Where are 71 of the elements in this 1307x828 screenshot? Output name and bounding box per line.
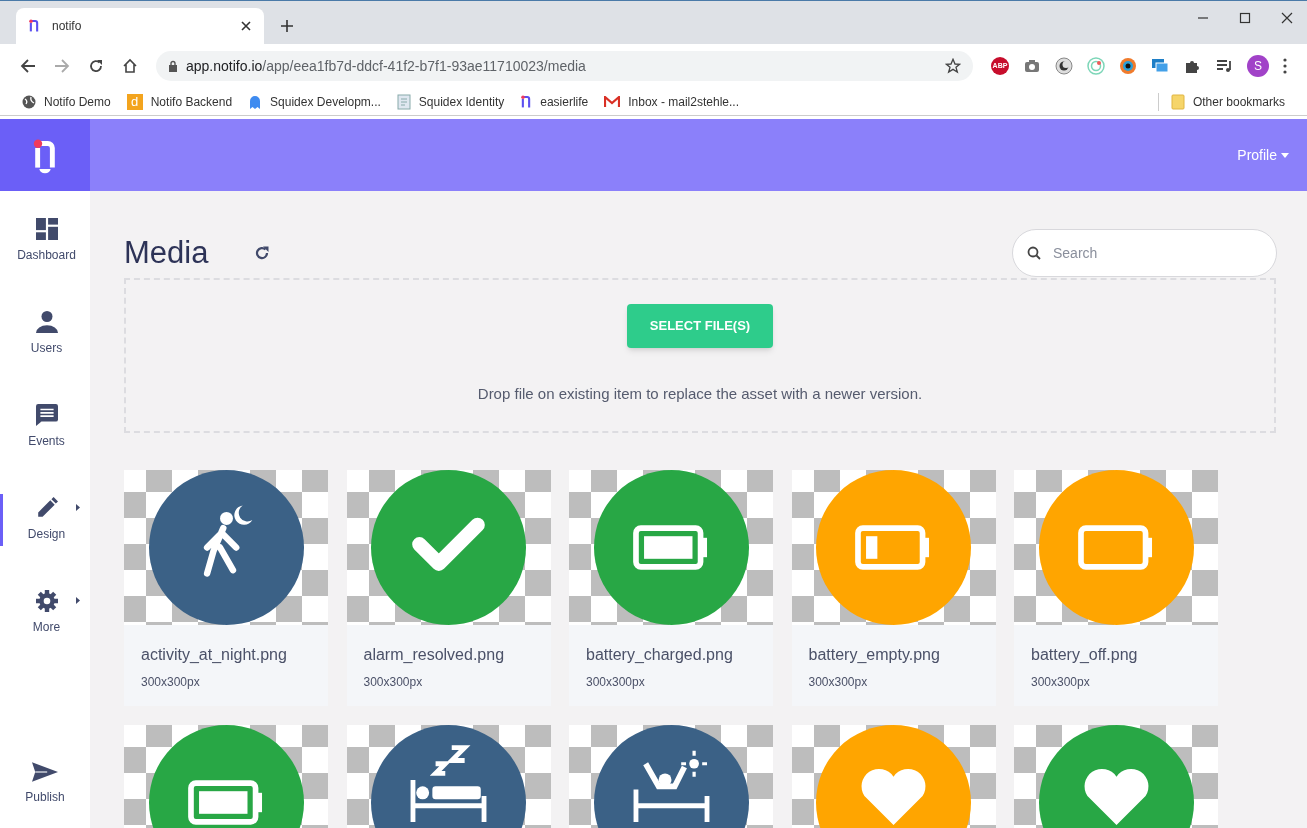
playlist-icon[interactable] — [1215, 57, 1233, 75]
camera-icon[interactable] — [1023, 57, 1041, 75]
search-icon — [1027, 246, 1041, 260]
profile-avatar[interactable]: S — [1247, 55, 1269, 77]
drop-zone[interactable]: SELECT FILE(S) Drop file on existing item to replace the asset with a newer version. — [124, 278, 1276, 433]
logo-icon — [520, 93, 533, 110]
bookmark-link[interactable]: Squidex Identity — [418, 92, 505, 111]
page-title: Media — [124, 233, 209, 272]
bookmark-folder[interactable]: Other bookmarks — [1192, 92, 1285, 111]
image-dimensions: 300x300px — [586, 674, 646, 691]
image-thumbnail[interactable] — [569, 470, 773, 625]
sidebar-item[interactable]: More — [0, 587, 90, 639]
publish-item[interactable]: Publish — [0, 762, 90, 828]
mail-icon — [604, 95, 621, 108]
letter-favicon: d — [126, 93, 143, 110]
bookmark-link[interactable]: Notifo Demo — [44, 92, 111, 111]
file-name: battery_empty.png — [808, 645, 941, 665]
close-icon[interactable] — [1281, 12, 1293, 24]
tab-title: notifo — [52, 18, 83, 35]
bookmark-link[interactable]: Squidex Developm... — [270, 92, 381, 111]
home-icon[interactable] — [122, 58, 138, 74]
reload-icon[interactable] — [88, 58, 104, 74]
image-thumbnail[interactable] — [124, 470, 328, 625]
image-thumbnail[interactable] — [791, 470, 996, 625]
caret-icon — [1281, 152, 1289, 158]
image-dimensions: 300x300px — [1031, 674, 1091, 691]
send-icon — [32, 762, 58, 782]
gear-icon — [35, 590, 58, 612]
sidebar-item[interactable]: Users — [0, 308, 90, 360]
sidebar-item[interactable]: Dashboard — [0, 215, 90, 267]
star-icon[interactable] — [945, 58, 961, 74]
browser-tab[interactable]: notifo — [16, 8, 264, 44]
maximize-icon[interactable] — [1239, 12, 1251, 24]
file-name: alarm_resolved.png — [363, 645, 506, 665]
file-name: battery_charged.png — [586, 645, 734, 665]
image-thumbnail[interactable] — [346, 470, 551, 625]
screens-icon[interactable] — [1151, 57, 1169, 75]
user-icon — [35, 311, 58, 333]
address-bar[interactable]: app.notifo.io/app/eea1fb7d-ddcf-41f2-b7f1-93ae11710023/media — [156, 51, 973, 81]
close-icon[interactable] — [240, 20, 252, 32]
submenu-caret-icon — [76, 504, 80, 511]
new-tab-icon[interactable] — [280, 19, 294, 33]
bookmark-link[interactable]: easierlife — [540, 92, 589, 111]
moon-icon[interactable] — [1055, 57, 1073, 75]
ghost-icon — [248, 93, 263, 110]
bookmark-link[interactable]: Inbox - mail2stehle... — [628, 92, 739, 111]
upload-hint: Drop file on existing item to replace the asset with a newer version. — [477, 384, 923, 404]
tab-favicon-icon — [28, 18, 40, 34]
file-name: activity_at_night.png — [141, 645, 288, 665]
radar-icon[interactable] — [1087, 57, 1105, 75]
folder-icon — [1170, 93, 1185, 110]
dashboard-icon — [35, 218, 58, 240]
submenu-caret-icon — [76, 597, 80, 604]
image-dimensions: 300x300px — [808, 674, 869, 691]
url-text: app.notifo.io/app/eea1fb7d-ddcf-41f2-b7f1-93ae11710023/media — [186, 56, 587, 76]
image-dimensions: 300x300px — [363, 674, 424, 691]
pencil-icon — [35, 497, 58, 519]
sidebar-item[interactable]: Events — [0, 401, 90, 453]
search-field[interactable]: Search — [1012, 229, 1277, 277]
lock-icon — [168, 60, 178, 72]
file-name: battery_off.png — [1031, 645, 1139, 665]
document-icon — [396, 93, 411, 110]
more-options-icon[interactable] — [1283, 58, 1287, 74]
eye-icon[interactable] — [1119, 57, 1137, 75]
back-icon[interactable] — [20, 58, 36, 74]
refresh-icon[interactable] — [254, 245, 271, 261]
globe-icon — [22, 94, 36, 109]
image-dimensions: 300x300px — [141, 674, 201, 691]
message-icon — [35, 404, 58, 426]
bookmark-link[interactable]: Notifo Backend — [150, 92, 233, 111]
image-thumbnail[interactable] — [1014, 470, 1218, 625]
